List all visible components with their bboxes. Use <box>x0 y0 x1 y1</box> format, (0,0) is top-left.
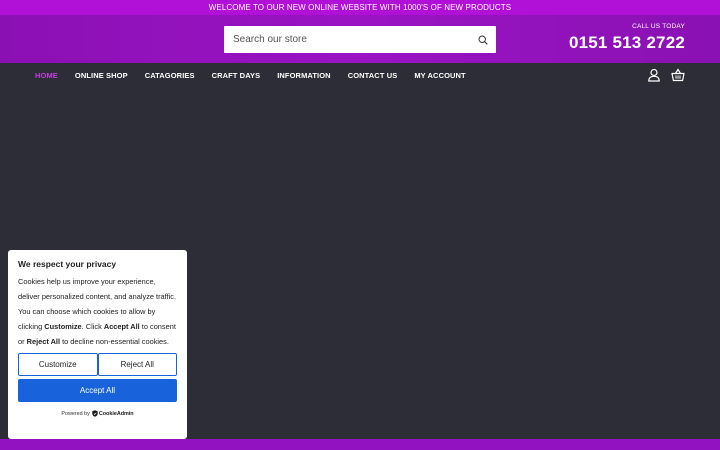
nav-item-craft-days[interactable]: CRAFT DAYS <box>212 71 261 80</box>
cookie-text-part: to decline non-essential cookies. <box>60 337 169 346</box>
search-icon[interactable] <box>470 26 496 53</box>
call-us: CALL US TODAY 0151 513 2722 <box>569 23 685 53</box>
nav-item-contact-us[interactable]: CONTACT US <box>348 71 398 80</box>
nav-item-my-account[interactable]: MY ACCOUNT <box>414 71 465 80</box>
cookie-description: Cookies help us improve your experience,… <box>18 274 177 349</box>
cookie-text-bold: Accept All <box>103 322 140 331</box>
cookie-title: We respect your privacy <box>18 259 117 269</box>
basket-icon[interactable] <box>671 68 685 82</box>
powered-by: Powered by CookieAdmin <box>18 410 177 417</box>
nav-item-information[interactable]: INFORMATION <box>277 71 330 80</box>
nav-item-online-shop[interactable]: ONLINE SHOP <box>75 71 128 80</box>
call-label: CALL US TODAY <box>632 23 685 30</box>
cookie-text-part: . Click <box>81 322 104 331</box>
header-icons <box>647 68 685 82</box>
nav-item-catagories[interactable]: CATAGORIES <box>145 71 195 80</box>
nav-item-home[interactable]: HOME <box>35 71 58 80</box>
announcement-text: WELCOME TO OUR NEW ONLINE WEBSITE WITH 1… <box>208 3 512 12</box>
customize-button[interactable]: Customize <box>18 353 98 376</box>
search-bar <box>224 26 496 53</box>
shield-icon <box>92 410 98 417</box>
powered-by-label: Powered by <box>61 410 90 417</box>
search-input[interactable] <box>224 26 470 53</box>
site-header: CALL US TODAY 0151 513 2722 <box>0 15 720 63</box>
cookie-consent-banner: We respect your privacy Cookies help us … <box>8 250 187 439</box>
cookie-button-row: Customize Reject All <box>18 353 177 376</box>
accept-all-button[interactable]: Accept All <box>18 379 177 402</box>
cookie-text-bold: Customize <box>44 322 82 331</box>
cookieadmin-brand: CookieAdmin <box>98 410 134 417</box>
footer-strip <box>0 439 720 450</box>
reject-all-button[interactable]: Reject All <box>97 353 177 376</box>
user-icon[interactable] <box>647 68 661 82</box>
announcement-bar: WELCOME TO OUR NEW ONLINE WEBSITE WITH 1… <box>0 0 720 15</box>
main-nav: HOME ONLINE SHOP CATAGORIES CRAFT DAYS I… <box>0 63 720 89</box>
phone-number[interactable]: 0151 513 2722 <box>569 33 685 53</box>
cookie-text-bold: Reject All <box>26 337 61 346</box>
cookieadmin-logo[interactable]: CookieAdmin <box>92 410 134 417</box>
nav-menu: HOME ONLINE SHOP CATAGORIES CRAFT DAYS I… <box>35 71 483 80</box>
